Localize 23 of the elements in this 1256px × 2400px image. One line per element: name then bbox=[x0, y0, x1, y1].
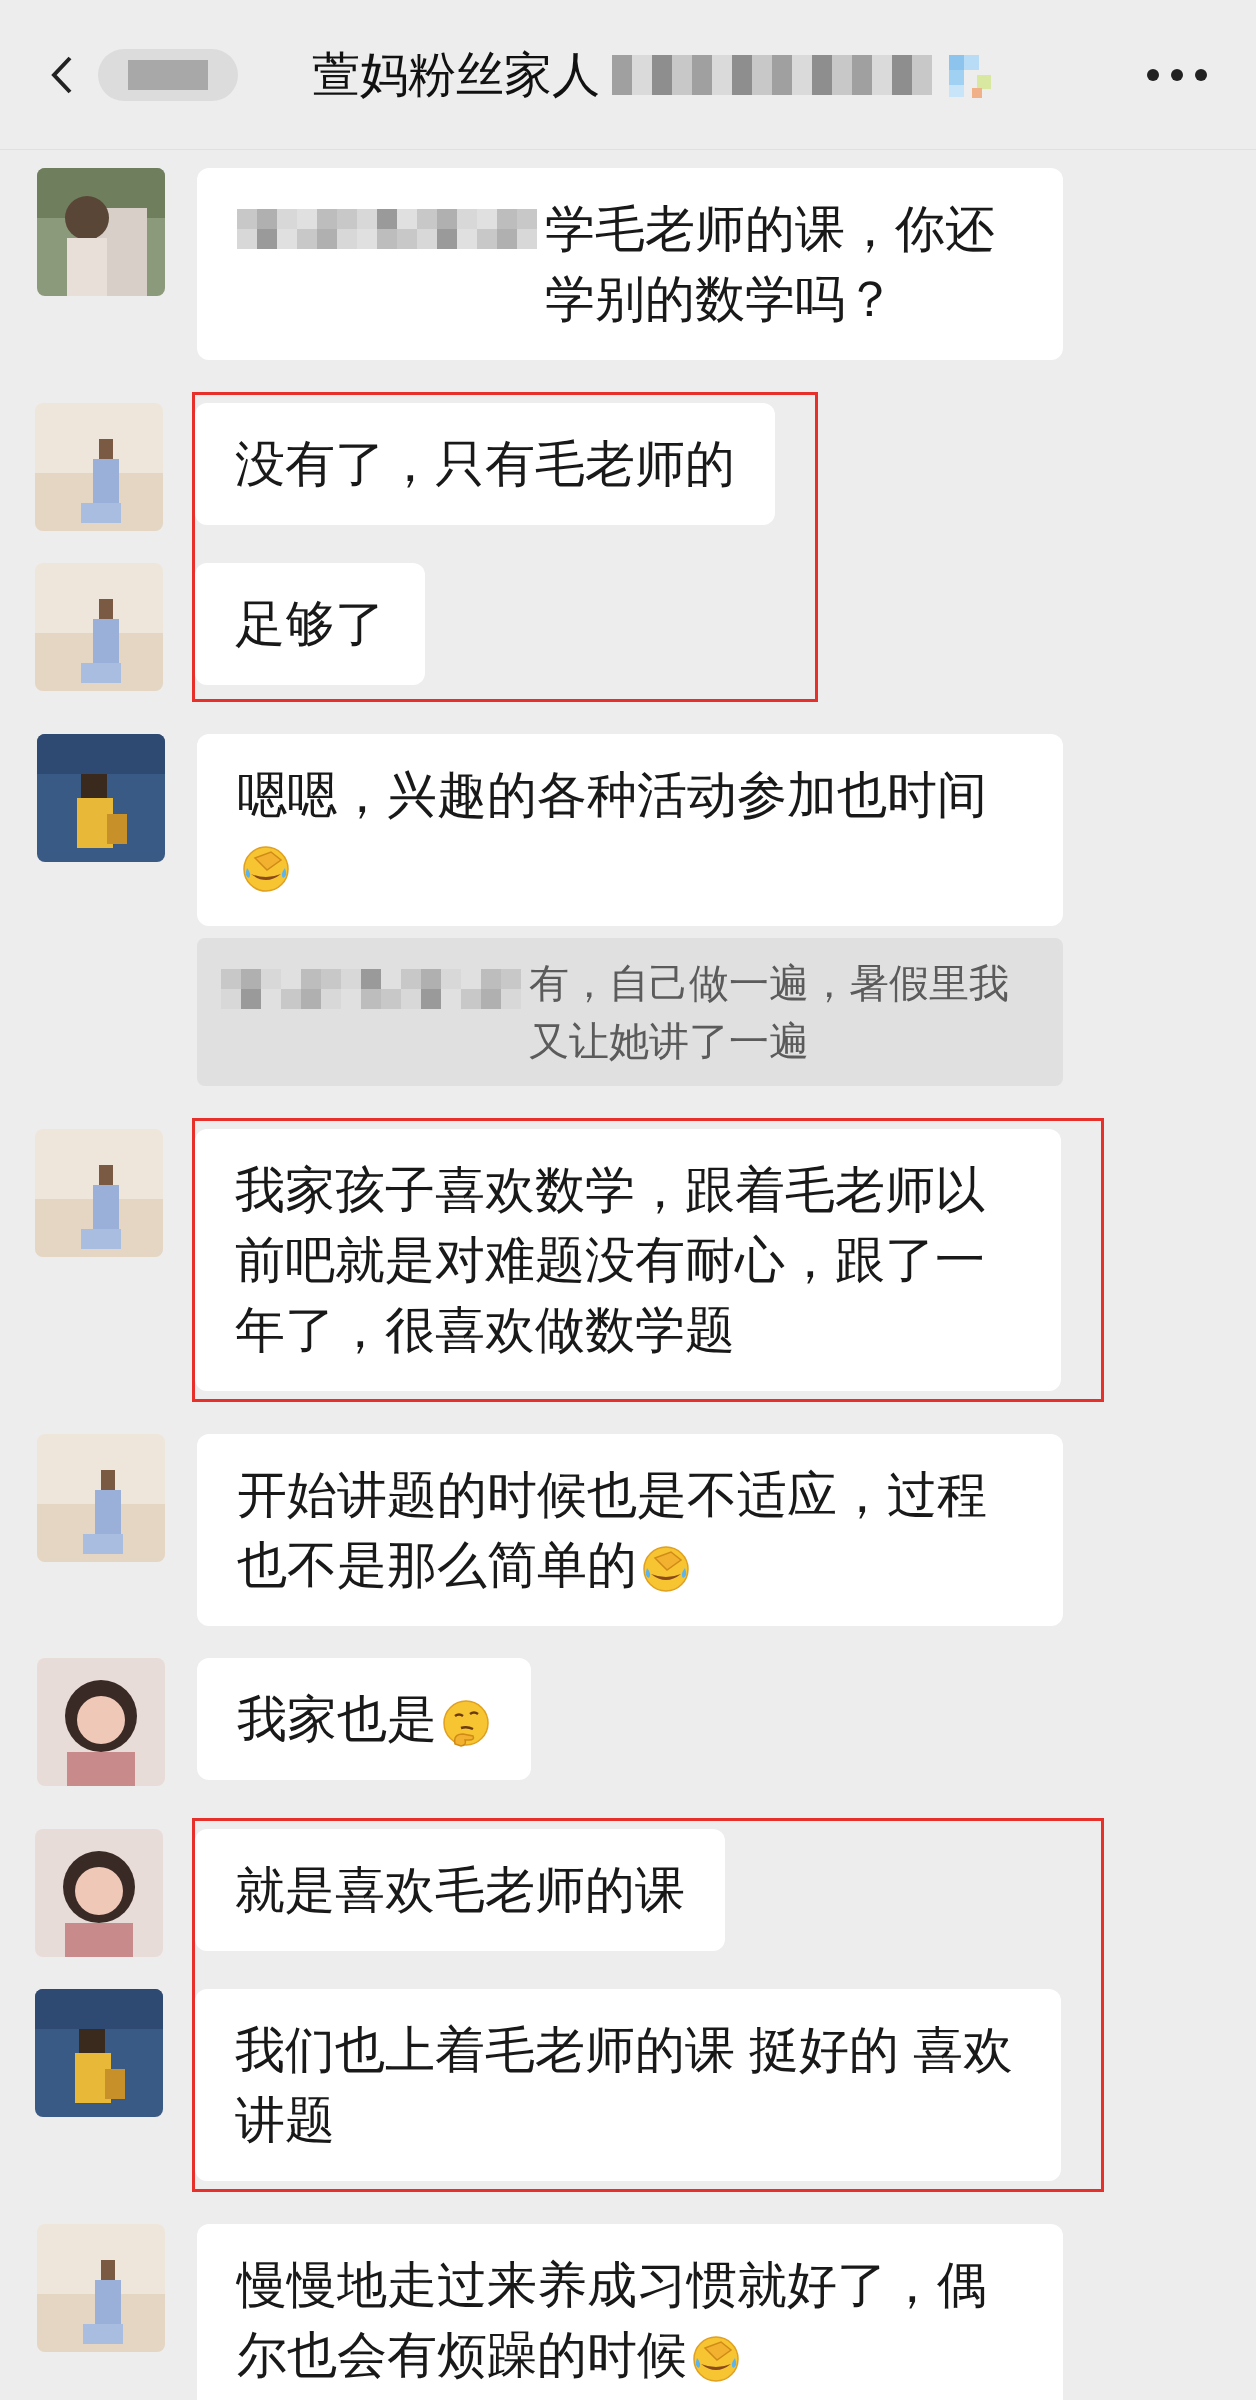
window-title: 萱妈粉丝家人 bbox=[312, 46, 600, 103]
avatar[interactable] bbox=[37, 1658, 165, 1786]
message-text: 慢慢地走过来养成习惯就好了，偶尔也会有烦躁的时候 bbox=[237, 2256, 988, 2386]
thinking-emoji-icon bbox=[441, 1697, 491, 1748]
facepalm-emoji-icon bbox=[641, 1543, 691, 1594]
message-text: 开始讲题的时候也是不适应，过程也不是那么简单的 bbox=[237, 1466, 988, 1596]
message-text: 没有了，只有毛老师的 bbox=[235, 435, 735, 494]
facepalm-emoji-icon bbox=[241, 843, 291, 894]
redacted-title-icon bbox=[612, 54, 932, 95]
avatar[interactable] bbox=[35, 1989, 163, 2117]
more-icon[interactable] bbox=[1146, 67, 1208, 82]
message-text: 学毛老师的课，你还学别的数学吗？ bbox=[545, 200, 996, 329]
message-text: 我们也上着毛老师的课 挺好的 喜欢讲题 bbox=[235, 2021, 1014, 2150]
avatar[interactable] bbox=[35, 1829, 163, 1957]
facepalm-emoji-icon bbox=[691, 2333, 741, 2384]
message-text: 就是喜欢毛老师的课 bbox=[235, 1861, 685, 1920]
avatar[interactable] bbox=[37, 734, 165, 862]
avatar[interactable] bbox=[37, 168, 165, 296]
message-text: 我家也是 bbox=[237, 1684, 491, 1754]
quote-text: 有，自己做一遍，暑假里我又让她讲了一遍 bbox=[529, 960, 1010, 1065]
message-text: 足够了 bbox=[235, 595, 385, 654]
message-text: 我家孩子喜欢数学，跟着毛老师以前吧就是对难题没有耐心，跟了一年了，很喜欢做数学题 bbox=[235, 1161, 986, 1360]
message-text: 嗯嗯，兴趣的各种活动参加也时间 bbox=[237, 760, 1023, 900]
